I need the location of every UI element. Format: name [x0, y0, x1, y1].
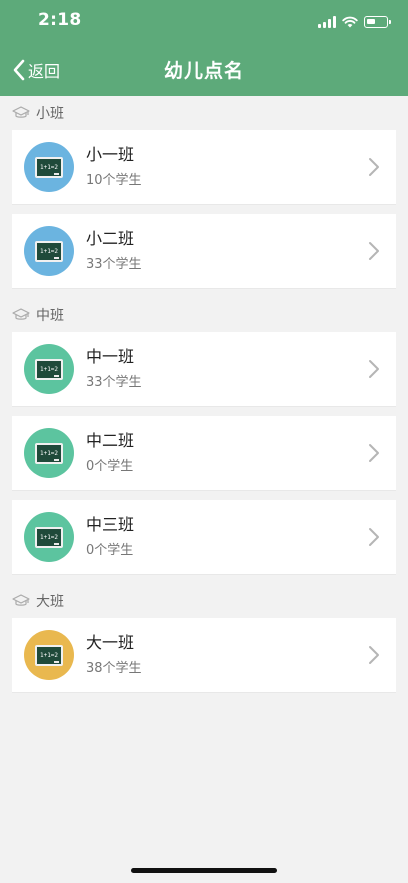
- chevron-right-icon: [368, 527, 380, 551]
- blackboard-icon: 1+1=2: [24, 142, 74, 192]
- student-count: 0个学生: [86, 543, 134, 558]
- chevron-right-icon: [368, 157, 380, 181]
- chevron-right-icon: [368, 359, 380, 383]
- blackboard-label: 1+1=2: [39, 651, 59, 659]
- blackboard-label: 1+1=2: [39, 247, 59, 255]
- wifi-icon: [342, 16, 358, 28]
- section-header: 大班: [0, 584, 408, 618]
- blackboard-icon: 1+1=2: [24, 630, 74, 680]
- class-card[interactable]: 1+1=2 小一班 10个学生: [12, 130, 396, 204]
- class-name: 中三班: [86, 515, 135, 534]
- student-count: 33个学生: [86, 375, 142, 390]
- graduation-cap-icon: [12, 308, 36, 322]
- blackboard-icon: 1+1=2: [24, 512, 74, 562]
- class-card[interactable]: 1+1=2 中一班 33个学生: [12, 332, 396, 406]
- nav-bar: 返回 幼儿点名: [0, 50, 408, 90]
- cellular-signal-icon: [318, 16, 336, 28]
- blackboard-icon: 1+1=2: [24, 226, 74, 276]
- section-title: 大班: [36, 594, 64, 610]
- blackboard-label: 1+1=2: [39, 533, 59, 541]
- class-name: 小一班: [86, 145, 135, 164]
- class-card[interactable]: 1+1=2 小二班 33个学生: [12, 214, 396, 288]
- home-indicator: [131, 868, 277, 873]
- app-header: 2:18 返回 幼儿点名: [0, 0, 408, 96]
- section-header: 小班: [0, 96, 408, 130]
- page-title: 幼儿点名: [163, 60, 244, 82]
- status-time: 2:18: [38, 10, 82, 30]
- section-title: 小班: [36, 106, 64, 122]
- battery-icon: [364, 16, 391, 28]
- student-count: 0个学生: [86, 459, 134, 474]
- section-title: 中班: [36, 308, 64, 324]
- class-name: 小二班: [86, 229, 135, 248]
- section-header: 中班: [0, 298, 408, 332]
- class-card[interactable]: 1+1=2 中二班 0个学生: [12, 416, 396, 490]
- status-bar: 2:18: [0, 0, 408, 44]
- blackboard-icon: 1+1=2: [24, 428, 74, 478]
- class-name: 中一班: [86, 347, 135, 366]
- chevron-right-icon: [368, 645, 380, 669]
- class-card[interactable]: 1+1=2 中三班 0个学生: [12, 500, 396, 574]
- chevron-right-icon: [368, 241, 380, 265]
- blackboard-label: 1+1=2: [39, 449, 59, 457]
- class-name: 中二班: [86, 431, 135, 450]
- blackboard-label: 1+1=2: [39, 365, 59, 373]
- graduation-cap-icon: [12, 106, 36, 120]
- status-icons: [318, 13, 391, 31]
- class-name: 大一班: [86, 633, 135, 652]
- student-count: 10个学生: [86, 173, 142, 188]
- student-count: 38个学生: [86, 661, 142, 676]
- blackboard-label: 1+1=2: [39, 163, 59, 171]
- blackboard-icon: 1+1=2: [24, 344, 74, 394]
- class-list: 小班 1+1=2 小一班 10个学生 1+1=2 小二班 33个学生 中班 1+1=2 中一班 33…: [0, 96, 408, 702]
- class-card[interactable]: 1+1=2 大一班 38个学生: [12, 618, 396, 692]
- chevron-right-icon: [368, 443, 380, 467]
- student-count: 33个学生: [86, 257, 142, 272]
- graduation-cap-icon: [12, 594, 36, 608]
